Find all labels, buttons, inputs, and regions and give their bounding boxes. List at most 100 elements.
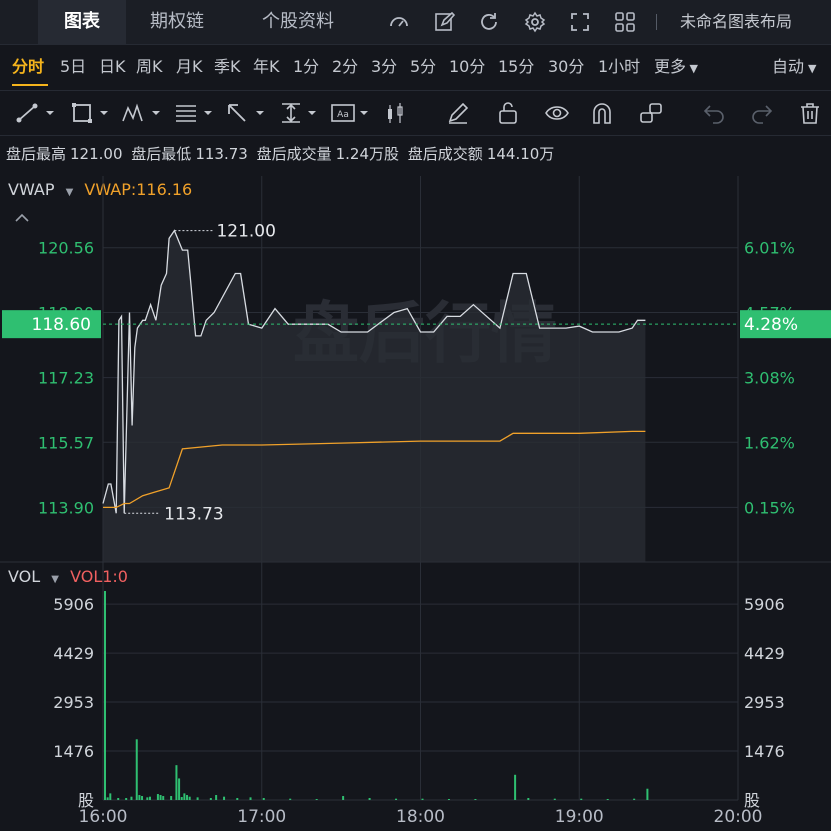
chevron-down-icon[interactable]: ▼ — [51, 574, 59, 585]
vwap-indicator-header[interactable]: VWAP ▼ VWAP:116.16 — [8, 180, 192, 199]
volume-bar — [141, 796, 144, 800]
gauge-icon[interactable] — [388, 11, 410, 33]
volume-bar — [125, 798, 128, 800]
auto-scale-dropdown[interactable]: 自动 ▼ — [772, 46, 816, 88]
volume-bar — [553, 798, 556, 800]
layout-selector[interactable]: 未命名图表布局 — [680, 0, 792, 44]
period-14[interactable]: 1小时 — [598, 46, 640, 88]
period-1[interactable]: 5日 — [60, 46, 86, 88]
period-3[interactable]: 周K — [136, 46, 163, 88]
drawing-toolbar: Aa — [0, 90, 831, 136]
fib-tool-icon[interactable] — [172, 101, 218, 125]
volume-bar — [130, 796, 133, 800]
fullscreen-icon[interactable] — [569, 11, 591, 33]
tab-stock-profile[interactable]: 个股资料 — [262, 0, 334, 44]
vol-value: VOL1:0 — [70, 567, 128, 586]
period-10[interactable]: 5分 — [410, 46, 436, 88]
volume-bar — [146, 797, 149, 800]
volume-bar — [178, 778, 181, 800]
period-12[interactable]: 15分 — [498, 46, 534, 88]
period-0[interactable]: 分时 — [12, 46, 44, 88]
volume-bar — [249, 797, 252, 800]
x-tick-label: 16:00 — [79, 807, 128, 827]
vwap-value: VWAP:116.16 — [84, 180, 193, 199]
volume-bar — [646, 788, 649, 800]
grid-icon[interactable] — [614, 11, 636, 33]
arrow-tool-icon[interactable] — [224, 101, 270, 125]
low-value: 113.73 — [195, 145, 248, 163]
collapse-chevron-up-icon[interactable] — [14, 212, 30, 224]
pattern-tool-icon[interactable] — [120, 101, 166, 125]
y-tick-label-right: 1.62% — [744, 433, 795, 452]
active-period-indicator — [12, 84, 48, 86]
volume-bar — [180, 797, 183, 800]
volume-bar — [159, 795, 162, 800]
volume-bar — [104, 591, 106, 800]
period-4[interactable]: 月K — [176, 46, 203, 88]
period-5[interactable]: 季K — [214, 46, 241, 88]
volume-bar — [135, 739, 138, 800]
volume-bar — [395, 798, 398, 800]
chevron-down-icon[interactable]: ▼ — [66, 187, 74, 198]
period-11[interactable]: 10分 — [449, 46, 485, 88]
vol-tick-label-right: 4429 — [744, 644, 785, 663]
low-marker-label: 113.73 — [164, 504, 223, 524]
volume-bar — [156, 794, 159, 800]
volume-bar — [117, 798, 120, 800]
x-tick-label: 20:00 — [714, 807, 763, 827]
vwap-indicator-name: VWAP — [8, 180, 55, 199]
link-icon[interactable] — [638, 101, 664, 125]
amount-label: 盘后成交额 — [407, 145, 483, 163]
undo-icon[interactable] — [702, 101, 726, 125]
top-bar: 图表 期权链 个股资料 未命名图表布局 — [0, 0, 831, 45]
eye-icon[interactable] — [544, 101, 570, 125]
vol-tick-label-right: 5906 — [744, 595, 785, 614]
volume-value: 1.24万股 — [335, 145, 400, 163]
period-7[interactable]: 1分 — [293, 46, 319, 88]
line-tool-icon[interactable] — [14, 101, 60, 125]
refresh-icon[interactable] — [478, 11, 500, 33]
volume-bar — [315, 799, 318, 801]
y-tick-label: 113.90 — [38, 498, 94, 517]
text-tool-icon[interactable]: Aa — [330, 101, 376, 125]
magnet-icon[interactable] — [590, 101, 614, 125]
period-13[interactable]: 30分 — [548, 46, 584, 88]
vol-tick-label: 1476 — [53, 742, 94, 761]
period-6[interactable]: 年K — [253, 46, 280, 88]
volume-bar — [186, 795, 189, 800]
period-15[interactable]: 更多 ▼ — [654, 46, 698, 88]
y-tick-label: 115.57 — [38, 433, 94, 452]
edit-icon[interactable] — [434, 11, 456, 33]
current-pct-tag — [740, 310, 831, 339]
measure-tool-icon[interactable] — [278, 101, 324, 125]
toolbar-separator — [656, 14, 657, 30]
after-hours-info: 盘后最高 121.00 盘后最低 113.73 盘后成交量 1.24万股 盘后成交额 1… — [6, 136, 558, 172]
redo-icon[interactable] — [750, 101, 774, 125]
high-marker-label: 121.00 — [216, 222, 275, 242]
settings-icon[interactable] — [524, 11, 546, 33]
period-9[interactable]: 3分 — [371, 46, 397, 88]
volume-bar — [514, 774, 517, 800]
x-tick-label: 17:00 — [237, 807, 286, 827]
high-value: 121.00 — [70, 145, 123, 163]
vol-tick-label: 4429 — [53, 644, 94, 663]
rectangle-tool-icon[interactable] — [70, 101, 116, 125]
volume-bar — [209, 798, 212, 800]
vol-unit-label-right: 股 — [744, 791, 760, 810]
volume-bar — [236, 798, 239, 800]
unlock-icon[interactable] — [496, 101, 520, 125]
y-tick-label-right: 4.57% — [744, 303, 795, 322]
y-tick-label: 118.90 — [38, 303, 94, 322]
volume-bar — [162, 796, 165, 800]
tab-chart[interactable]: 图表 — [38, 0, 126, 44]
candle-tool-icon[interactable] — [384, 101, 412, 125]
period-2[interactable]: 日K — [99, 46, 126, 88]
vol-tick-label: 2953 — [53, 693, 94, 712]
pen-icon[interactable] — [446, 101, 470, 125]
vol-indicator-header[interactable]: VOL ▼ VOL1:0 — [8, 567, 128, 586]
trash-icon[interactable] — [798, 101, 822, 125]
period-8[interactable]: 2分 — [332, 46, 358, 88]
volume-bar — [421, 798, 424, 800]
tab-options-chain[interactable]: 期权链 — [150, 0, 204, 44]
vol-tick-label: 5906 — [53, 595, 94, 614]
